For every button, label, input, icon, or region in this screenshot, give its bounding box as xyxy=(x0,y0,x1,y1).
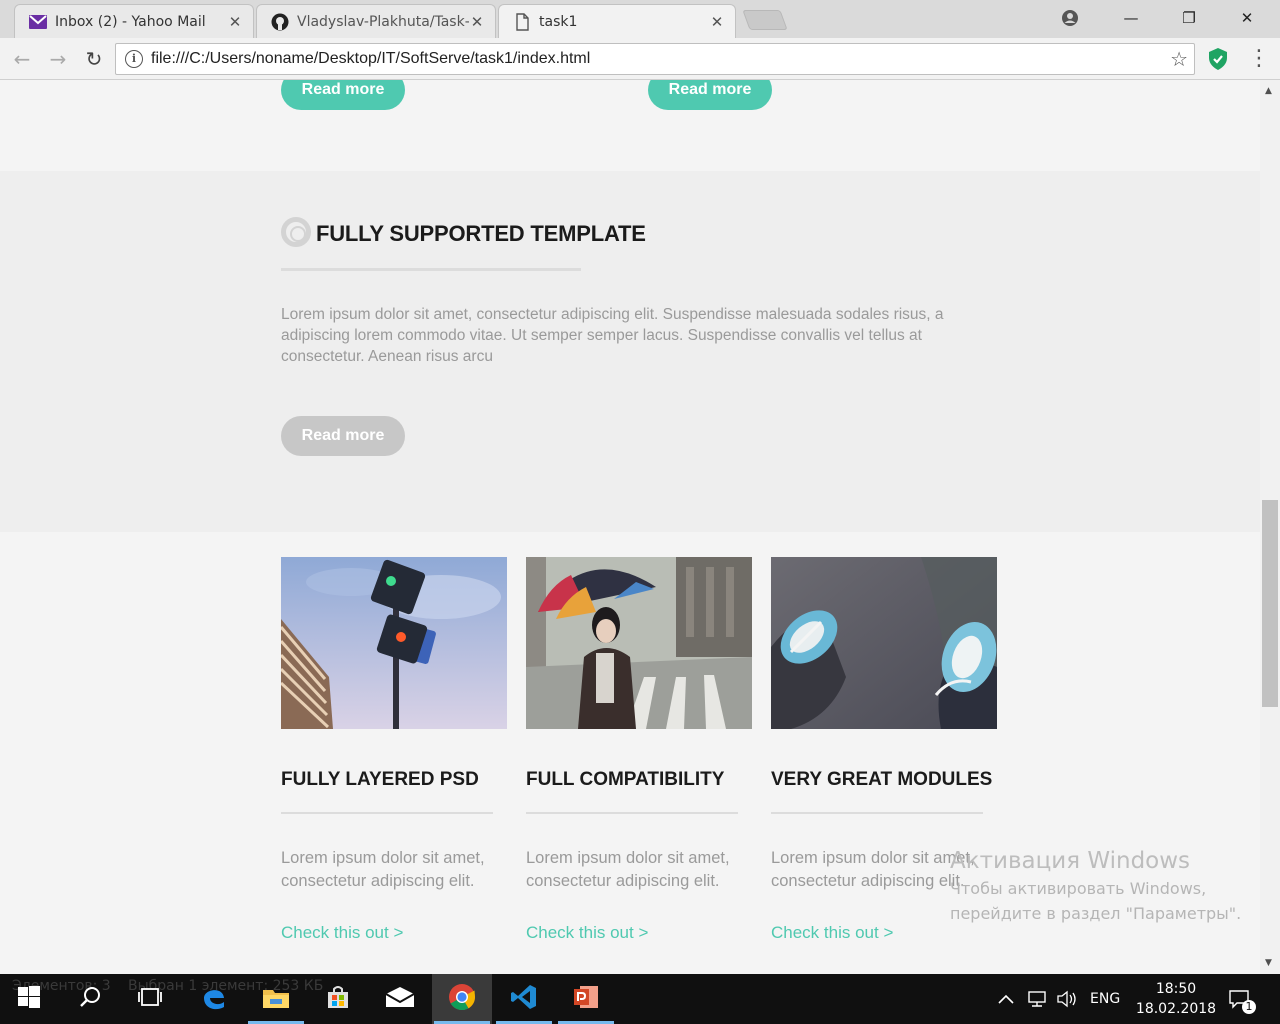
chrome-icon xyxy=(448,983,476,1015)
check-this-out-link[interactable]: Check this out > xyxy=(281,923,403,943)
browser-menu-icon[interactable]: ⋮ xyxy=(1248,46,1270,72)
tray-overflow-icon[interactable] xyxy=(998,974,1018,1024)
chrome-button[interactable] xyxy=(432,974,492,1024)
feature-underline xyxy=(771,812,983,814)
mail-button[interactable] xyxy=(370,974,430,1024)
edge-button[interactable] xyxy=(184,974,244,1024)
feature-text: Lorem ipsum dolor sit amet, consectetur … xyxy=(281,849,485,890)
tab-yahoo-mail[interactable]: Inbox (2) - Yahoo Mail ✕ xyxy=(14,4,254,38)
new-tab-button[interactable] xyxy=(742,10,788,30)
document-icon xyxy=(513,13,531,31)
feature-underline xyxy=(526,812,738,814)
site-info-icon[interactable]: i xyxy=(125,50,143,68)
profile-icon[interactable] xyxy=(1040,0,1100,36)
start-button[interactable] xyxy=(0,974,58,1024)
lifebuoy-icon xyxy=(281,217,311,247)
feature-title: VERY GREAT MODULES xyxy=(771,769,993,790)
sneakers-photo xyxy=(771,557,997,729)
close-tab-icon[interactable]: ✕ xyxy=(469,13,485,31)
browser-toolbar: ← → ↻ i file:///C:/Users/noname/Desktop/… xyxy=(0,38,1280,80)
vscode-icon xyxy=(510,983,538,1015)
task-view-icon xyxy=(138,987,162,1011)
task-view-button[interactable] xyxy=(120,974,180,1024)
title-underline xyxy=(281,268,581,271)
reload-button[interactable]: ↻ xyxy=(82,47,106,71)
scroll-down-icon[interactable]: ▼ xyxy=(1265,958,1272,968)
url-text[interactable]: file:///C:/Users/noname/Desktop/IT/SoftS… xyxy=(151,50,590,68)
page-scrollbar[interactable]: ▲ ▼ xyxy=(1260,80,1280,974)
browser-tab-strip: Inbox (2) - Yahoo Mail ✕ Vladyslav-Plakh… xyxy=(0,0,1280,39)
forward-button[interactable]: → xyxy=(46,47,70,71)
edge-icon xyxy=(201,984,227,1014)
back-button[interactable]: ← xyxy=(10,47,34,71)
scroll-up-icon[interactable]: ▲ xyxy=(1265,86,1272,96)
search-icon xyxy=(79,986,101,1012)
read-more-button[interactable]: Read more xyxy=(281,416,405,456)
web-page: Read more Read more FULLY SUPPORTED TEMP… xyxy=(0,80,1260,974)
powerpoint-icon xyxy=(572,983,600,1015)
shield-extension-icon[interactable] xyxy=(1207,47,1229,71)
yahoo-mail-icon xyxy=(29,13,47,31)
tab-task1[interactable]: task1 ✕ xyxy=(498,4,736,39)
maximize-button[interactable]: ❐ xyxy=(1160,0,1218,36)
file-explorer-button[interactable] xyxy=(246,974,306,1024)
umbrella-girl-photo xyxy=(526,557,752,729)
notification-badge: 1 xyxy=(1242,1000,1256,1014)
store-icon xyxy=(325,984,351,1014)
support-title: FULLY SUPPORTED TEMPLATE xyxy=(316,221,646,246)
mail-icon xyxy=(385,986,415,1012)
network-icon[interactable] xyxy=(1026,974,1050,1024)
minimize-button[interactable]: — xyxy=(1102,0,1160,36)
support-section: FULLY SUPPORTED TEMPLATE Lorem ipsum dol… xyxy=(0,171,1260,532)
read-more-button[interactable]: Read more xyxy=(648,80,772,110)
support-text: Lorem ipsum dolor sit amet, consectetur … xyxy=(281,306,944,365)
action-center-icon[interactable]: 1 xyxy=(1228,974,1256,1024)
windows-taskbar: Элементов: 3 Выбран 1 элемент: 253 КБ EN… xyxy=(0,974,1280,1024)
close-tab-icon[interactable]: ✕ xyxy=(227,13,243,31)
address-bar[interactable]: i file:///C:/Users/noname/Desktop/IT/Sof… xyxy=(115,43,1195,75)
feature-underline xyxy=(281,812,493,814)
bookmark-star-icon[interactable]: ☆ xyxy=(1170,47,1188,71)
github-icon xyxy=(271,13,289,31)
feature-title: FULLY LAYERED PSD xyxy=(281,769,479,790)
feature-text: Lorem ipsum dolor sit amet, consectetur … xyxy=(526,849,730,890)
language-indicator[interactable]: ENG xyxy=(1090,974,1120,1024)
clock[interactable]: 18:50 18.02.2018 xyxy=(1136,974,1216,1024)
check-this-out-link[interactable]: Check this out > xyxy=(771,923,893,943)
search-button[interactable] xyxy=(60,974,120,1024)
folder-icon xyxy=(262,985,290,1013)
powerpoint-button[interactable] xyxy=(556,974,616,1024)
volume-icon[interactable] xyxy=(1056,974,1082,1024)
close-tab-icon[interactable]: ✕ xyxy=(709,13,725,31)
window-close-button[interactable]: ✕ xyxy=(1218,0,1276,36)
tab-github[interactable]: Vladyslav-Plakhuta/Task- ✕ xyxy=(256,4,496,38)
feature-title: FULL COMPATIBILITY xyxy=(526,769,725,790)
read-more-button[interactable]: Read more xyxy=(281,80,405,110)
check-this-out-link[interactable]: Check this out > xyxy=(526,923,648,943)
traffic-light-photo xyxy=(281,557,507,729)
windows-logo-icon xyxy=(18,986,40,1012)
store-button[interactable] xyxy=(308,974,368,1024)
windows-activation-watermark: Активация Windows Чтобы активировать Win… xyxy=(950,848,1242,923)
vscode-button[interactable] xyxy=(494,974,554,1024)
scroll-thumb[interactable] xyxy=(1262,500,1278,707)
